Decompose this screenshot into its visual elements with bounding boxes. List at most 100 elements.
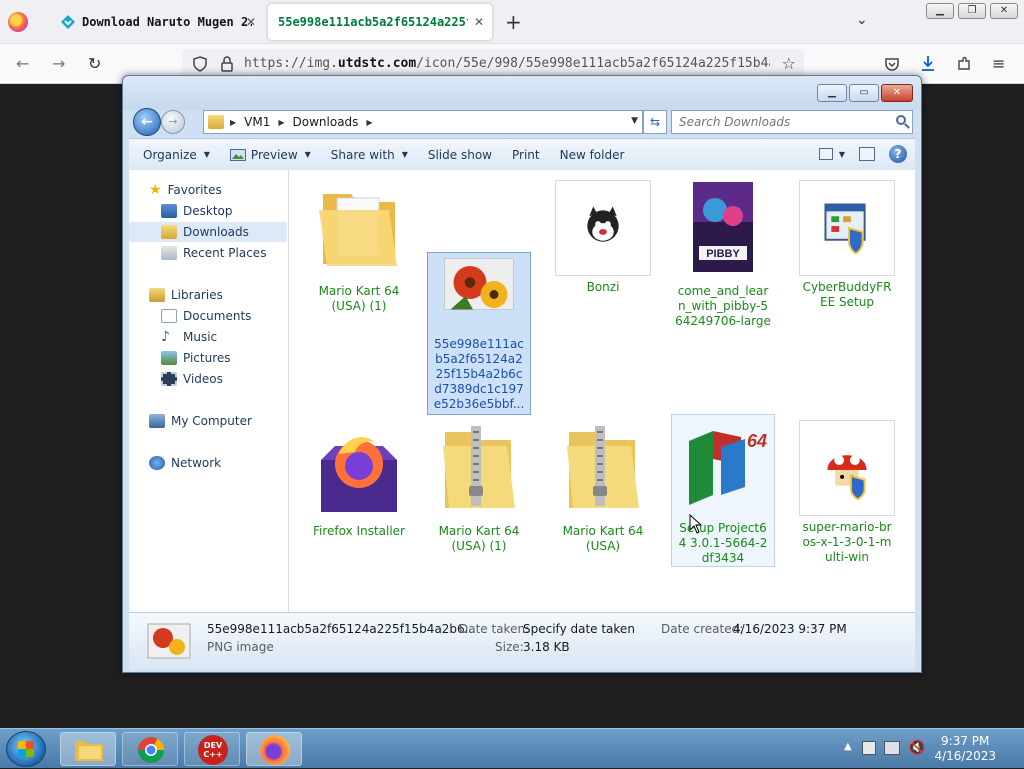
network-icon — [149, 456, 165, 470]
chrome-icon — [137, 737, 165, 764]
organize-button[interactable]: Organize ▼ — [129, 139, 220, 170]
nav-favorites[interactable]: ★ Favorites — [129, 180, 287, 200]
reload-icon[interactable]: ↻ — [88, 54, 101, 73]
chevron-down-icon[interactable]: ▼ — [839, 150, 845, 159]
setup-installer-icon — [799, 180, 895, 276]
list-all-tabs-icon[interactable]: ⌄ — [856, 12, 868, 28]
shield-icon[interactable] — [192, 56, 208, 72]
breadcrumb[interactable]: ▶ VM1 ▶ Downloads ▶ ▼ — [203, 110, 643, 134]
breadcrumb-item[interactable]: Downloads — [293, 115, 359, 129]
start-button[interactable] — [6, 731, 46, 767]
taskbar-chrome-button[interactable] — [122, 732, 178, 766]
taskbar-explorer-button[interactable] — [60, 732, 116, 766]
file-item[interactable]: PIBBY come_and_learn_with_pibby-56424970… — [671, 178, 775, 329]
chevron-down-icon[interactable]: ▼ — [631, 116, 638, 126]
nav-documents[interactable]: Documents — [129, 306, 287, 326]
pocket-icon[interactable] — [884, 56, 900, 72]
new-tab-button[interactable]: + — [505, 10, 522, 34]
clock[interactable]: 9:37 PM 4/16/2023 — [934, 734, 996, 764]
music-note-icon: ♪ — [161, 329, 170, 345]
volume-muted-icon[interactable]: 🔇 — [908, 740, 925, 756]
nav-pictures[interactable]: Pictures — [129, 348, 287, 368]
back-arrow-icon[interactable]: ← — [16, 54, 29, 73]
explorer-minimize-button[interactable]: ▁ — [817, 84, 847, 102]
download-site-icon — [61, 15, 75, 29]
url-text: https://img.utdstc.com/icon/55e/998/55e9… — [244, 56, 770, 71]
preview-pane-icon[interactable] — [859, 147, 875, 161]
refresh-icon[interactable]: ⇆ — [643, 110, 667, 134]
detail-date-created-label: Date created: — [661, 622, 744, 636]
menu-hamburger-icon[interactable]: ≡ — [992, 54, 1005, 73]
back-arrow-icon[interactable]: ← — [133, 108, 161, 136]
change-view-icon[interactable] — [818, 148, 833, 160]
extensions-icon[interactable] — [956, 56, 972, 72]
close-tab-icon[interactable]: ✕ — [474, 15, 484, 29]
firefox-logo-icon[interactable] — [8, 12, 28, 32]
search-box[interactable] — [671, 110, 913, 134]
nav-desktop[interactable]: Desktop — [129, 201, 287, 221]
show-hidden-icons-icon[interactable]: ▲ — [844, 741, 852, 752]
search-icon[interactable] — [896, 115, 906, 125]
share-with-button[interactable]: Share with ▼ — [321, 139, 418, 170]
file-item-selected[interactable]: 55e998e111acb5a2f65124a225f15b4a2b6cd738… — [427, 252, 531, 415]
file-item[interactable]: Mario Kart 64 (USA) — [551, 418, 655, 554]
file-item[interactable]: super-mario-bros-x-1-3-0-1-multi-win — [795, 418, 899, 565]
maximize-button[interactable]: ❐ — [958, 3, 986, 19]
nav-network[interactable]: Network — [129, 453, 287, 473]
chevron-right-icon[interactable]: ▶ — [278, 118, 284, 127]
file-item-hovered[interactable]: 64 Setup Project64 3.0.1-5664-2df3434 — [671, 414, 775, 567]
preview-button[interactable]: Preview ▼ — [220, 139, 321, 170]
tab-image-active[interactable]: 55e998e111acb5a2f65124a225f ✕ — [268, 4, 492, 40]
taskbar-firefox-button[interactable] — [246, 732, 302, 766]
action-center-flag-icon[interactable] — [862, 741, 876, 755]
file-view: Mario Kart 64 (USA) (1) 55e998e111acb5a2… — [289, 170, 915, 612]
search-input[interactable] — [672, 115, 882, 129]
file-item[interactable]: Firefox Installer — [307, 418, 411, 539]
flowers-image-icon — [147, 623, 191, 659]
detail-date-taken-value[interactable]: Specify date taken — [523, 622, 635, 636]
tab-download-naruto[interactable]: Download Naruto Mugen 2.5 ✕ — [50, 4, 264, 40]
nav-my-computer[interactable]: My Computer — [129, 411, 287, 431]
new-folder-button[interactable]: New folder — [550, 139, 635, 170]
downloads-icon[interactable] — [920, 55, 936, 73]
folder-icon — [319, 194, 397, 266]
devcpp-icon: DEV C++ — [198, 735, 228, 765]
nav-music[interactable]: ♪ Music — [129, 327, 287, 347]
explorer-close-button[interactable]: ✕ — [881, 84, 913, 102]
bookmark-star-icon[interactable]: ☆ — [782, 54, 796, 73]
libraries-icon — [149, 288, 165, 302]
nav-videos[interactable]: Videos — [129, 369, 287, 389]
command-bar: Organize ▼ Preview ▼ Share with ▼ Slide sho… — [129, 138, 915, 170]
firefox-logo-icon — [260, 735, 290, 765]
computer-icon — [149, 414, 165, 428]
close-window-button[interactable]: ✕ — [990, 3, 1018, 19]
help-icon[interactable]: ? — [889, 145, 907, 163]
network-status-icon[interactable] — [884, 741, 900, 755]
taskbar-devcpp-button[interactable]: DEV C++ — [184, 732, 240, 766]
window-caption[interactable]: ▁ ▭ ✕ — [123, 76, 921, 110]
navigation-pane: ★ Favorites Desktop Downloads Recent Plac… — [129, 170, 289, 612]
slide-show-button[interactable]: Slide show — [418, 139, 502, 170]
forward-arrow-icon[interactable]: → — [161, 110, 185, 134]
clock-time: 9:37 PM — [941, 734, 990, 748]
close-tab-icon[interactable]: ✕ — [246, 15, 256, 29]
print-button[interactable]: Print — [502, 139, 550, 170]
firefox-installer-icon — [321, 437, 397, 512]
file-item[interactable]: CyberBuddyFREE Setup — [795, 178, 899, 310]
forward-arrow-icon[interactable]: → — [52, 54, 65, 73]
nav-recent-places[interactable]: Recent Places — [129, 243, 287, 263]
star-icon: ★ — [149, 182, 162, 198]
file-item[interactable]: Mario Kart 64 (USA) (1) — [427, 418, 531, 554]
minimize-button[interactable]: ▁ — [926, 3, 954, 19]
lock-icon[interactable] — [220, 56, 234, 72]
nav-downloads[interactable]: Downloads — [129, 222, 287, 242]
chevron-right-icon[interactable]: ▶ — [230, 118, 236, 127]
explorer-maximize-button[interactable]: ▭ — [849, 84, 879, 102]
nav-libraries[interactable]: Libraries — [129, 285, 287, 305]
chevron-down-icon: ▼ — [203, 150, 210, 159]
system-tray: ▲ 🔇 9:37 PM 4/16/2023 — [834, 729, 1024, 769]
chevron-right-icon[interactable]: ▶ — [366, 118, 372, 127]
file-item[interactable]: Bonzi — [551, 178, 655, 295]
breadcrumb-item[interactable]: VM1 — [244, 115, 270, 129]
file-item[interactable]: Mario Kart 64 (USA) (1) — [307, 178, 411, 314]
